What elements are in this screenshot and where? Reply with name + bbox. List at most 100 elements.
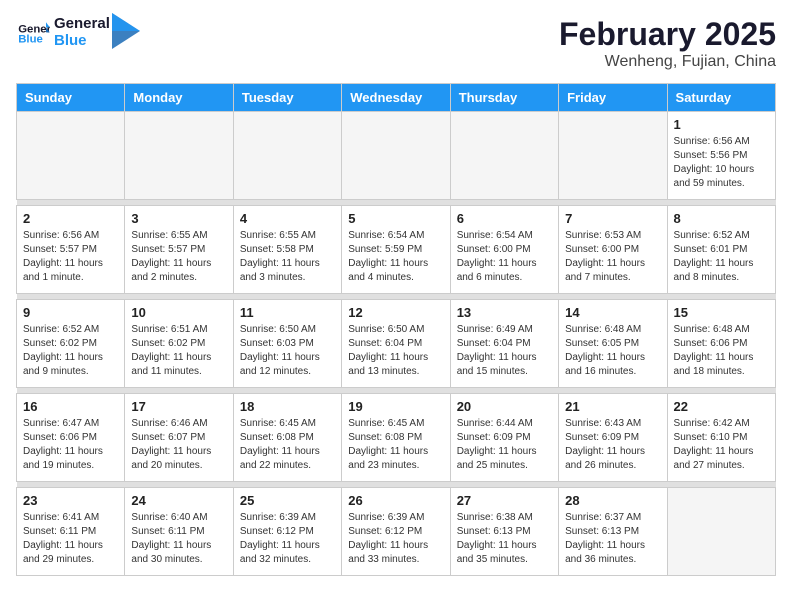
day-info: Sunrise: 6:45 AM Sunset: 6:08 PM Dayligh… xyxy=(240,417,335,473)
calendar-cell: 11 Sunrise: 6:50 AM Sunset: 6:03 PM Dayli… xyxy=(233,300,341,388)
calendar-cell: 20Sunrise: 6:44 AM Sunset: 6:09 PM Dayli… xyxy=(450,394,558,482)
day-info: Sunrise: 6:56 AM Sunset: 5:57 PM Dayligh… xyxy=(23,229,118,285)
day-number: 5 xyxy=(348,211,443,226)
day-info: Sunrise: 6:55 AM Sunset: 5:57 PM Dayligh… xyxy=(131,229,226,285)
day-number: 9 xyxy=(23,305,118,320)
day-number: 24 xyxy=(131,493,226,508)
day-number: 12 xyxy=(348,305,443,320)
calendar-cell xyxy=(450,112,558,200)
logo-general: General xyxy=(54,16,110,33)
month-year-title: February 2025 xyxy=(559,16,776,53)
weekday-header-thursday: Thursday xyxy=(450,84,558,112)
day-info: Sunrise: 6:40 AM Sunset: 6:11 PM Dayligh… xyxy=(131,511,226,567)
day-info: Sunrise: 6:54 AM Sunset: 5:59 PM Dayligh… xyxy=(348,229,443,285)
day-number: 2 xyxy=(23,211,118,226)
calendar-cell: 6 Sunrise: 6:54 AM Sunset: 6:00 PM Daylig… xyxy=(450,206,558,294)
calendar-cell: 22Sunrise: 6:42 AM Sunset: 6:10 PM Dayli… xyxy=(667,394,775,482)
day-info: Sunrise: 6:46 AM Sunset: 6:07 PM Dayligh… xyxy=(131,417,226,473)
day-number: 13 xyxy=(457,305,552,320)
calendar-cell: 19 Sunrise: 6:45 AM Sunset: 6:08 PM Dayli… xyxy=(342,394,450,482)
day-info: Sunrise: 6:43 AM Sunset: 6:09 PM Dayligh… xyxy=(565,417,660,473)
day-number: 27 xyxy=(457,493,552,508)
calendar-cell: 1Sunrise: 6:56 AM Sunset: 5:56 PM Daylig… xyxy=(667,112,775,200)
day-number: 8 xyxy=(674,211,769,226)
day-number: 1 xyxy=(674,117,769,132)
day-number: 21 xyxy=(565,399,660,414)
day-number: 18 xyxy=(240,399,335,414)
day-info: Sunrise: 6:48 AM Sunset: 6:05 PM Dayligh… xyxy=(565,323,660,379)
day-number: 10 xyxy=(131,305,226,320)
calendar-table: SundayMondayTuesdayWednesdayThursdayFrid… xyxy=(16,83,776,576)
logo: General Blue General Blue xyxy=(16,16,140,49)
title-block: February 2025 Wenheng, Fujian, China xyxy=(559,16,776,71)
week-row-4: 16Sunrise: 6:47 AM Sunset: 6:06 PM Dayli… xyxy=(17,394,776,482)
day-info: Sunrise: 6:45 AM Sunset: 6:08 PM Dayligh… xyxy=(348,417,443,473)
day-info: Sunrise: 6:41 AM Sunset: 6:11 PM Dayligh… xyxy=(23,511,118,567)
day-number: 4 xyxy=(240,211,335,226)
week-row-1: 1Sunrise: 6:56 AM Sunset: 5:56 PM Daylig… xyxy=(17,112,776,200)
day-number: 19 xyxy=(348,399,443,414)
calendar-cell: 3 Sunrise: 6:55 AM Sunset: 5:57 PM Daylig… xyxy=(125,206,233,294)
day-number: 16 xyxy=(23,399,118,414)
day-number: 14 xyxy=(565,305,660,320)
calendar-cell: 26 Sunrise: 6:39 AM Sunset: 6:12 PM Dayli… xyxy=(342,488,450,576)
day-info: Sunrise: 6:52 AM Sunset: 6:02 PM Dayligh… xyxy=(23,323,118,379)
calendar-cell: 25 Sunrise: 6:39 AM Sunset: 6:12 PM Dayli… xyxy=(233,488,341,576)
calendar-cell xyxy=(342,112,450,200)
day-info: Sunrise: 6:37 AM Sunset: 6:13 PM Dayligh… xyxy=(565,511,660,567)
day-number: 11 xyxy=(240,305,335,320)
week-row-3: 9 Sunrise: 6:52 AM Sunset: 6:02 PM Daylig… xyxy=(17,300,776,388)
day-info: Sunrise: 6:54 AM Sunset: 6:00 PM Dayligh… xyxy=(457,229,552,285)
day-number: 25 xyxy=(240,493,335,508)
day-info: Sunrise: 6:49 AM Sunset: 6:04 PM Dayligh… xyxy=(457,323,552,379)
calendar-cell: 24 Sunrise: 6:40 AM Sunset: 6:11 PM Dayli… xyxy=(125,488,233,576)
day-info: Sunrise: 6:44 AM Sunset: 6:09 PM Dayligh… xyxy=(457,417,552,473)
day-number: 6 xyxy=(457,211,552,226)
calendar-cell xyxy=(233,112,341,200)
day-info: Sunrise: 6:52 AM Sunset: 6:01 PM Dayligh… xyxy=(674,229,769,285)
weekday-header-friday: Friday xyxy=(559,84,667,112)
calendar-cell: 2 Sunrise: 6:56 AM Sunset: 5:57 PM Daylig… xyxy=(17,206,125,294)
day-number: 3 xyxy=(131,211,226,226)
calendar-cell: 27Sunrise: 6:38 AM Sunset: 6:13 PM Dayli… xyxy=(450,488,558,576)
day-info: Sunrise: 6:50 AM Sunset: 6:04 PM Dayligh… xyxy=(348,323,443,379)
calendar-cell: 15 Sunrise: 6:48 AM Sunset: 6:06 PM Dayli… xyxy=(667,300,775,388)
weekday-header-saturday: Saturday xyxy=(667,84,775,112)
day-number: 23 xyxy=(23,493,118,508)
day-number: 15 xyxy=(674,305,769,320)
calendar-cell: 8 Sunrise: 6:52 AM Sunset: 6:01 PM Daylig… xyxy=(667,206,775,294)
logo-icon: General Blue xyxy=(18,21,50,45)
calendar-cell xyxy=(559,112,667,200)
calendar-cell: 4 Sunrise: 6:55 AM Sunset: 5:58 PM Daylig… xyxy=(233,206,341,294)
day-info: Sunrise: 6:50 AM Sunset: 6:03 PM Dayligh… xyxy=(240,323,335,379)
calendar-cell: 12 Sunrise: 6:50 AM Sunset: 6:04 PM Dayli… xyxy=(342,300,450,388)
calendar-cell: 17 Sunrise: 6:46 AM Sunset: 6:07 PM Dayli… xyxy=(125,394,233,482)
day-number: 26 xyxy=(348,493,443,508)
calendar-cell: 23 Sunrise: 6:41 AM Sunset: 6:11 PM Dayli… xyxy=(17,488,125,576)
calendar-cell xyxy=(17,112,125,200)
weekday-header-tuesday: Tuesday xyxy=(233,84,341,112)
logo-blue: Blue xyxy=(54,33,110,50)
day-info: Sunrise: 6:39 AM Sunset: 6:12 PM Dayligh… xyxy=(240,511,335,567)
calendar-cell: 10 Sunrise: 6:51 AM Sunset: 6:02 PM Dayli… xyxy=(125,300,233,388)
calendar-cell: 28Sunrise: 6:37 AM Sunset: 6:13 PM Dayli… xyxy=(559,488,667,576)
weekday-header-wednesday: Wednesday xyxy=(342,84,450,112)
day-number: 7 xyxy=(565,211,660,226)
day-info: Sunrise: 6:55 AM Sunset: 5:58 PM Dayligh… xyxy=(240,229,335,285)
calendar-cell: 7 Sunrise: 6:53 AM Sunset: 6:00 PM Daylig… xyxy=(559,206,667,294)
location-subtitle: Wenheng, Fujian, China xyxy=(559,53,776,71)
calendar-cell xyxy=(667,488,775,576)
day-number: 17 xyxy=(131,399,226,414)
page-header: General Blue General Blue February 2025 … xyxy=(16,16,776,71)
day-info: Sunrise: 6:48 AM Sunset: 6:06 PM Dayligh… xyxy=(674,323,769,379)
logo-arrow-icon xyxy=(112,13,140,49)
week-row-5: 23 Sunrise: 6:41 AM Sunset: 6:11 PM Dayli… xyxy=(17,488,776,576)
day-info: Sunrise: 6:39 AM Sunset: 6:12 PM Dayligh… xyxy=(348,511,443,567)
calendar-cell: 16Sunrise: 6:47 AM Sunset: 6:06 PM Dayli… xyxy=(17,394,125,482)
day-info: Sunrise: 6:53 AM Sunset: 6:00 PM Dayligh… xyxy=(565,229,660,285)
week-row-2: 2 Sunrise: 6:56 AM Sunset: 5:57 PM Daylig… xyxy=(17,206,776,294)
calendar-cell: 14 Sunrise: 6:48 AM Sunset: 6:05 PM Dayli… xyxy=(559,300,667,388)
calendar-cell: 21 Sunrise: 6:43 AM Sunset: 6:09 PM Dayli… xyxy=(559,394,667,482)
calendar-cell: 13 Sunrise: 6:49 AM Sunset: 6:04 PM Dayli… xyxy=(450,300,558,388)
day-info: Sunrise: 6:51 AM Sunset: 6:02 PM Dayligh… xyxy=(131,323,226,379)
